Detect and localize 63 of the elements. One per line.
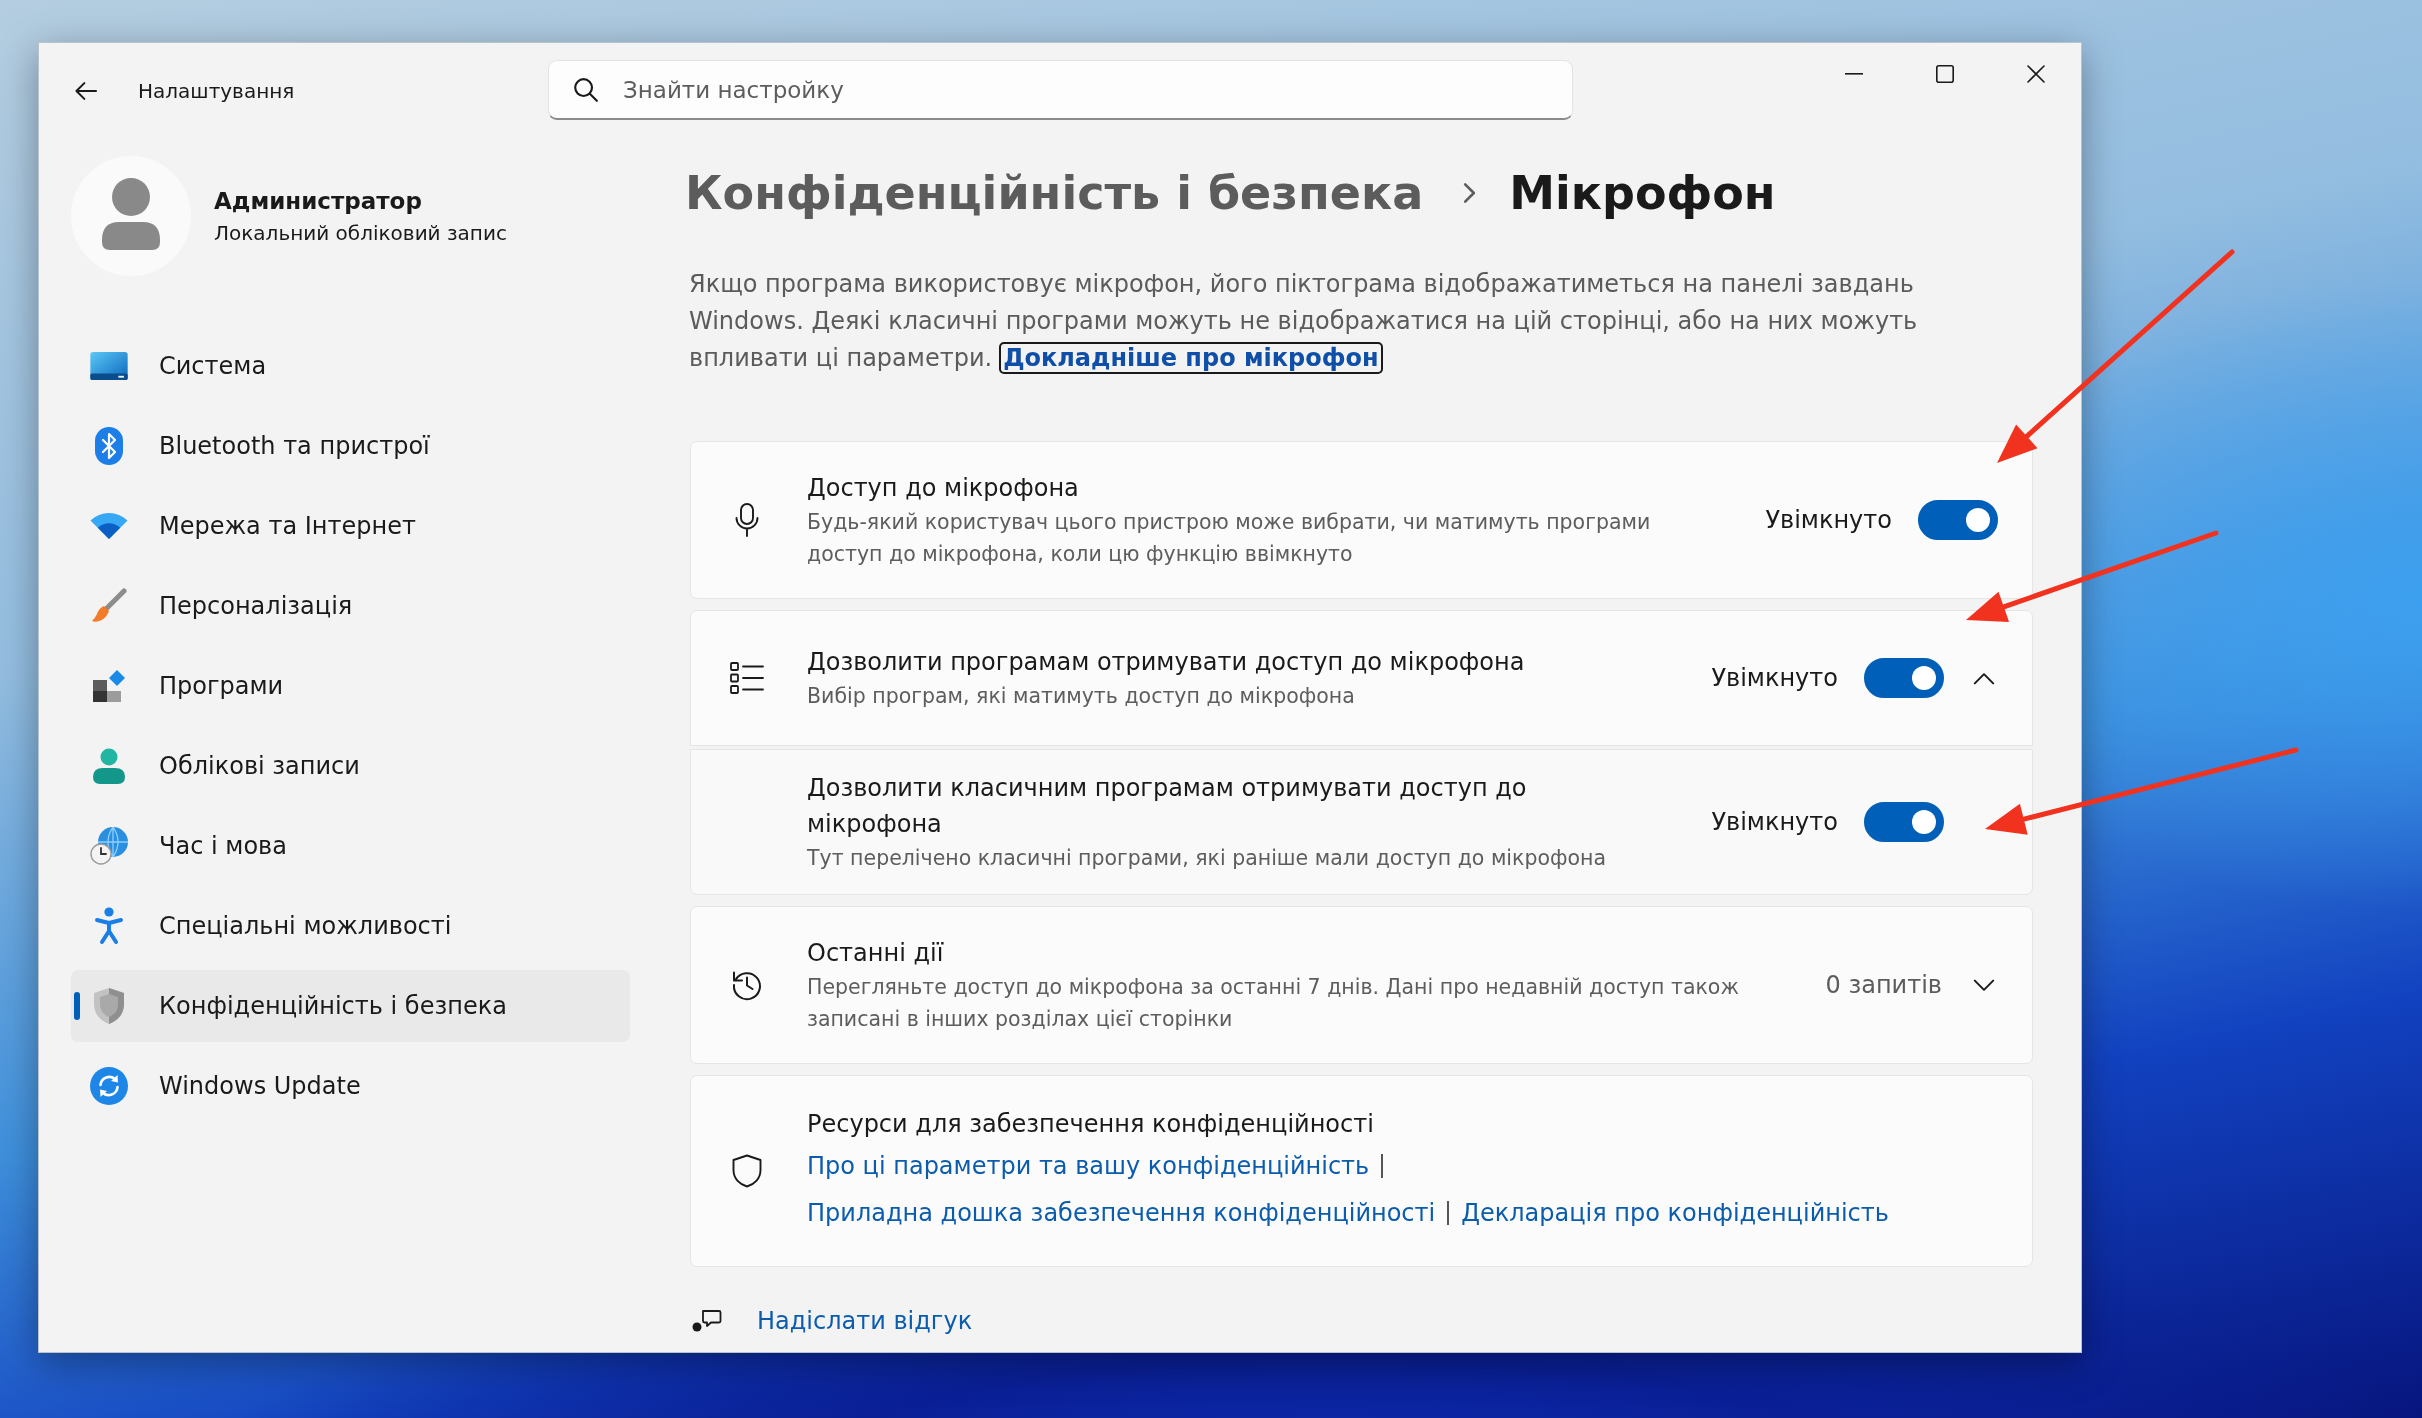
sidebar-item[interactable]: Час і мова xyxy=(71,810,630,882)
minimize-icon xyxy=(1844,73,1863,75)
wifi-icon xyxy=(90,513,128,539)
globe-clock-icon xyxy=(90,827,128,865)
sidebar-item[interactable]: Windows Update xyxy=(71,1050,630,1122)
account-name: Администратор xyxy=(214,187,423,216)
bluetooth-icon xyxy=(95,427,123,465)
sidebar-item[interactable]: Система xyxy=(71,330,630,402)
sidebar-item[interactable]: Спеціальні можливості xyxy=(71,890,630,962)
page-title: Мікрофон xyxy=(1509,166,1776,220)
window-title: Налаштування xyxy=(138,79,295,103)
shield-icon xyxy=(93,987,125,1025)
person-icon xyxy=(93,748,125,784)
privacy-link[interactable]: Приладна дошка забезпечення конфіденційності xyxy=(807,1198,1436,1227)
description-text: Якщо програма використовує мікрофон, його піктограма відображатиметься на панелі завдань Windows. Деякі класичні програми можуть не відображатися на цій сторінці, або на них можуть впливати ці параметри. Докладніше про мікрофон xyxy=(689,269,1919,376)
setting-title: Ресурси для забезпечення конфіденційності xyxy=(807,1109,1375,1140)
setting-title: Дозволити класичним програмам отримувати доступ до мікрофона xyxy=(807,773,1528,840)
request-count: 0 запитів xyxy=(1825,971,1942,999)
sidebar-item[interactable]: Конфіденційність і безпека xyxy=(71,970,630,1042)
toggle-switch[interactable] xyxy=(1864,658,1944,698)
learn-more-link[interactable]: Докладніше про мікрофон xyxy=(999,342,1383,374)
breadcrumb-parent[interactable]: Конфіденційність і безпека xyxy=(685,166,1424,220)
setting-description: Будь-який користувач цього пристрою може вибрати, чи матимуть програми доступ до мікрофона, коли цю функцію ввімкнуто xyxy=(807,509,1652,568)
setting-title: Дозволити програмам отримувати доступ до мікрофона xyxy=(807,647,1526,678)
avatar-icon xyxy=(71,156,191,276)
setting-title: Доступ до мікрофона xyxy=(807,473,1080,504)
sidebar-item[interactable]: Персоналізація xyxy=(71,570,630,642)
breadcrumb-chevron-icon xyxy=(1463,182,1477,204)
setting-description: Перегляньте доступ до мікрофона за останні 7 днів. Дані про недавній доступ також записані в інших розділах цієї сторінки xyxy=(807,974,1740,1033)
privacy-link[interactable]: Декларація про конфіденційність xyxy=(1461,1198,1889,1227)
apps-icon xyxy=(92,669,126,703)
back-arrow-icon xyxy=(75,82,97,100)
accessibility-icon xyxy=(94,907,124,945)
status-label: Увімкнуто xyxy=(1711,808,1838,836)
sidebar-item[interactable]: Мережа та Інтернет xyxy=(71,490,630,562)
paintbrush-icon xyxy=(91,588,127,624)
sidebar-item[interactable]: Облікові записи xyxy=(71,730,630,802)
setting-description: Тут перелічено класичні програми, які раніше мали доступ до мікрофона xyxy=(807,845,1608,872)
feedback-icon xyxy=(692,1309,722,1333)
sidebar-item[interactable]: Програми xyxy=(71,650,630,722)
search-icon xyxy=(574,78,598,102)
feedback-link[interactable]: Надіслати відгук xyxy=(757,1307,973,1335)
shield-icon xyxy=(732,1154,762,1188)
setting-card[interactable]: Останні дії Перегляньте доступ до мікрофона за останні 7 днів. Дані про недавній доступ також записані в інших розділах цієї сторінки 0 запитів xyxy=(690,906,2033,1064)
toggle-switch[interactable] xyxy=(1918,500,1998,540)
monitor-icon xyxy=(90,352,128,380)
status-label: Увімкнуто xyxy=(1765,506,1892,534)
toggle-switch[interactable] xyxy=(1864,802,1944,842)
close-icon xyxy=(2026,65,2045,83)
account-type: Локальний обліковий запис xyxy=(214,220,507,247)
setting-title: Останні дії xyxy=(807,938,945,969)
chevron-up-icon[interactable] xyxy=(1973,671,1995,685)
maximize-icon xyxy=(1935,65,1954,83)
refresh-icon xyxy=(90,1067,128,1105)
status-label: Увімкнуто xyxy=(1711,664,1838,692)
privacy-link[interactable]: Про ці параметри та вашу конфіденційність xyxy=(807,1151,1370,1180)
microphone-icon xyxy=(735,503,759,537)
chevron-down-icon[interactable] xyxy=(1973,978,1995,992)
setting-card[interactable]: Дозволити програмам отримувати доступ до мікрофона Вибір програм, які матимуть доступ до мікрофона Увімкнуто xyxy=(690,610,2033,746)
list-icon xyxy=(730,662,764,694)
search-field[interactable]: Знайти настройку xyxy=(548,60,1573,120)
setting-description: Вибір програм, які матимуть доступ до мікрофона xyxy=(807,683,1356,710)
sidebar-item[interactable]: Bluetooth та пристрої xyxy=(71,410,630,482)
